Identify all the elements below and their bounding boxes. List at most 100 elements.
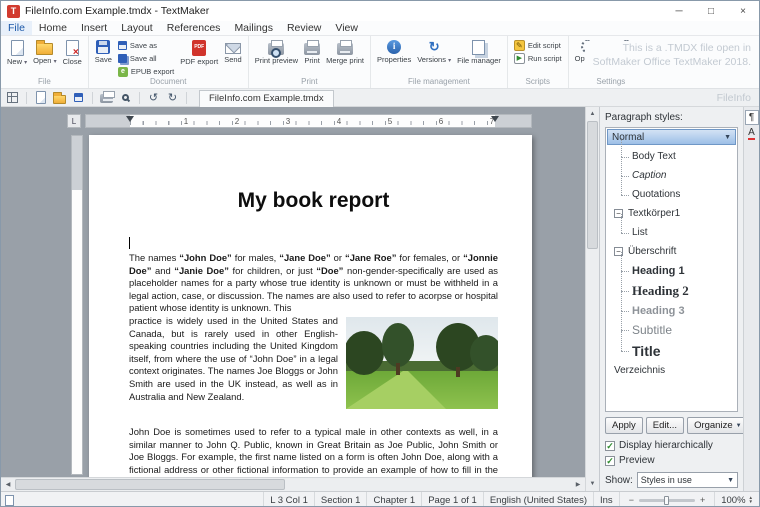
save-all-button[interactable]: Save all bbox=[118, 53, 174, 64]
organize-button[interactable]: Organize ▼ bbox=[687, 417, 749, 434]
menu-review[interactable]: Review bbox=[280, 21, 328, 35]
zoom-out-button[interactable]: − bbox=[626, 495, 637, 505]
style-item-heading-2[interactable]: Heading 2 bbox=[607, 280, 736, 301]
run-script-button[interactable]: ▶ Run script bbox=[514, 53, 562, 64]
save-button[interactable]: Save bbox=[92, 37, 115, 64]
edit-script-button[interactable]: ✎ Edit script bbox=[514, 40, 562, 51]
checkbox-checked-icon[interactable]: ✓ bbox=[605, 456, 615, 466]
zoom-slider[interactable] bbox=[639, 499, 695, 502]
language-indicator[interactable]: English (United States) bbox=[483, 492, 593, 507]
printer-icon bbox=[100, 94, 113, 103]
menu-references[interactable]: References bbox=[160, 21, 228, 35]
style-item-subtitle[interactable]: Subtitle bbox=[607, 320, 736, 340]
left-margin-marker[interactable] bbox=[126, 116, 134, 122]
pdf-icon: PDF bbox=[192, 40, 206, 56]
style-item-heading-3[interactable]: Heading 3 bbox=[607, 301, 736, 320]
pdf-export-button[interactable]: PDF PDF export bbox=[177, 37, 221, 66]
versions-button[interactable]: ↻ Versions ▾ bbox=[414, 37, 454, 65]
horizontal-scrollbar[interactable]: ◀ ▶ bbox=[1, 477, 585, 491]
paragraph-styles-tab[interactable]: ¶ bbox=[745, 110, 759, 125]
panels-button[interactable] bbox=[5, 91, 20, 105]
style-item-normal[interactable]: Normal ▼ bbox=[607, 129, 736, 145]
style-item-textkoerper1[interactable]: −Textkörper1 bbox=[607, 204, 736, 223]
document-page[interactable]: My book report The names “John Doe” for … bbox=[89, 135, 532, 491]
style-item-heading-1[interactable]: Heading 1 bbox=[607, 261, 736, 280]
undo-button[interactable]: ↺ bbox=[146, 91, 161, 105]
scroll-down-icon[interactable]: ▼ bbox=[586, 477, 599, 491]
minimize-button[interactable]: ─ bbox=[663, 1, 695, 21]
insert-mode-indicator[interactable]: Ins bbox=[593, 492, 619, 507]
vertical-scrollbar[interactable]: ▲ ▼ bbox=[585, 107, 599, 491]
titlebar: T FileInfo.com Example.tmdx - TextMaker … bbox=[1, 1, 759, 21]
style-item-caption[interactable]: Caption bbox=[607, 166, 736, 185]
document-tab[interactable]: FileInfo.com Example.tmdx bbox=[199, 90, 334, 107]
checkbox-checked-icon[interactable]: ✓ bbox=[605, 441, 615, 451]
show-dropdown[interactable]: Styles in use ▼ bbox=[637, 472, 738, 488]
horizontal-scroll-thumb[interactable] bbox=[15, 479, 285, 490]
page-indicator[interactable]: Page 1 of 1 bbox=[421, 492, 483, 507]
print-preview-button[interactable]: Print preview bbox=[252, 37, 301, 65]
file-manager-button[interactable]: File manager bbox=[454, 37, 504, 65]
menu-layout[interactable]: Layout bbox=[114, 21, 160, 35]
right-margin-marker[interactable] bbox=[491, 116, 499, 122]
send-button[interactable]: Send bbox=[221, 37, 245, 64]
zoom-slider-thumb[interactable] bbox=[664, 496, 669, 505]
print-button[interactable]: Print bbox=[301, 37, 323, 65]
save-all-icon bbox=[118, 54, 127, 63]
menu-mailings[interactable]: Mailings bbox=[227, 21, 280, 35]
chapter-indicator[interactable]: Chapter 1 bbox=[366, 492, 421, 507]
open-folder-icon bbox=[53, 95, 66, 104]
document-area: L 1 2 3 4 5 6 7 My book report The n bbox=[1, 107, 585, 491]
zoom-in-button[interactable]: + bbox=[697, 495, 708, 505]
style-item-quotations[interactable]: Quotations bbox=[607, 185, 736, 204]
print-preview-button-small[interactable] bbox=[118, 91, 133, 105]
save-as-button[interactable]: Save as bbox=[118, 40, 174, 51]
scroll-up-icon[interactable]: ▲ bbox=[586, 107, 599, 121]
scroll-left-icon[interactable]: ◀ bbox=[1, 478, 15, 491]
new-button[interactable]: New ▾ bbox=[4, 37, 30, 67]
apply-button[interactable]: Apply bbox=[605, 417, 643, 434]
vertical-scroll-thumb[interactable] bbox=[587, 121, 598, 249]
zoom-spin-down-icon[interactable]: ▼ bbox=[749, 500, 753, 504]
vertical-ruler bbox=[71, 135, 83, 475]
document-heading[interactable]: My book report bbox=[129, 189, 498, 213]
open-button-small[interactable] bbox=[52, 91, 67, 105]
character-styles-tab[interactable]: A bbox=[745, 126, 759, 141]
redo-button[interactable]: ↻ bbox=[165, 91, 180, 105]
menu-home[interactable]: Home bbox=[32, 21, 74, 35]
group-label-document: Document bbox=[92, 77, 245, 88]
toolbar-separator bbox=[139, 92, 140, 104]
paragraph-1[interactable]: The names “John Doe” for males, “Jane Do… bbox=[129, 252, 498, 315]
edit-button[interactable]: Edit... bbox=[646, 417, 684, 434]
group-label-settings: Settings bbox=[572, 77, 650, 88]
style-item-title[interactable]: Title bbox=[607, 340, 736, 361]
epub-export-button[interactable]: e EPUB export bbox=[118, 66, 174, 77]
preview-checkbox[interactable]: ✓ Preview bbox=[605, 455, 738, 466]
print-button-small[interactable] bbox=[99, 91, 114, 105]
merge-print-button[interactable]: Merge print bbox=[323, 37, 367, 65]
paragraph-1-continued[interactable]: practice is widely used in the United St… bbox=[129, 315, 498, 413]
new-document-button[interactable] bbox=[33, 91, 48, 105]
zoom-level[interactable]: 100% ▲ ▼ bbox=[714, 492, 759, 507]
properties-button[interactable]: i Properties bbox=[374, 37, 414, 64]
menu-file[interactable]: File bbox=[1, 21, 32, 35]
cursor-position[interactable]: L 3 Col 1 bbox=[263, 492, 314, 507]
sheet-button[interactable] bbox=[1, 492, 18, 507]
tab-stop-selector[interactable]: L bbox=[67, 114, 81, 128]
menu-view[interactable]: View bbox=[328, 21, 365, 35]
display-hierarchically-checkbox[interactable]: ✓ Display hierarchically bbox=[605, 440, 738, 451]
menu-insert[interactable]: Insert bbox=[74, 21, 114, 35]
open-button[interactable]: Open ▾ bbox=[30, 37, 59, 66]
section-indicator[interactable]: Section 1 bbox=[314, 492, 367, 507]
dropdown-icon: ▼ bbox=[724, 134, 731, 141]
style-item-verzeichnis[interactable]: Verzeichnis bbox=[607, 361, 736, 380]
style-item-body-text[interactable]: Body Text bbox=[607, 147, 736, 166]
close-document-button[interactable]: Close bbox=[60, 37, 85, 66]
close-button[interactable]: × bbox=[727, 1, 759, 21]
maximize-button[interactable]: □ bbox=[695, 1, 727, 21]
style-item-list[interactable]: List bbox=[607, 223, 736, 242]
style-item-ueberschrift[interactable]: −Überschrift bbox=[607, 242, 736, 261]
landscape-photo[interactable] bbox=[346, 317, 498, 409]
scroll-right-icon[interactable]: ▶ bbox=[571, 478, 585, 491]
save-button-small[interactable] bbox=[71, 91, 86, 105]
